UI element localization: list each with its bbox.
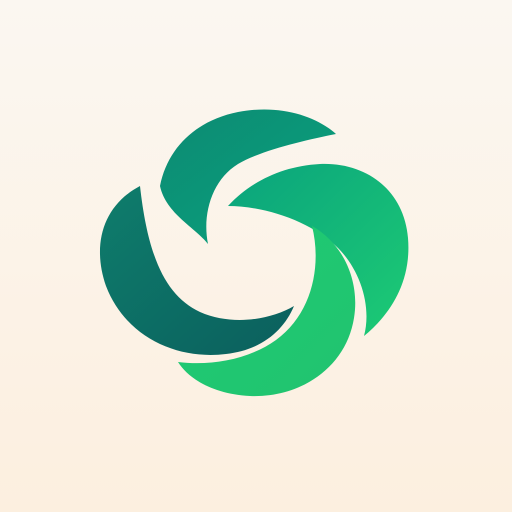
pinwheel-logo-icon <box>99 109 409 397</box>
bottom-petal <box>178 226 356 397</box>
app-icon-canvas <box>0 0 512 512</box>
